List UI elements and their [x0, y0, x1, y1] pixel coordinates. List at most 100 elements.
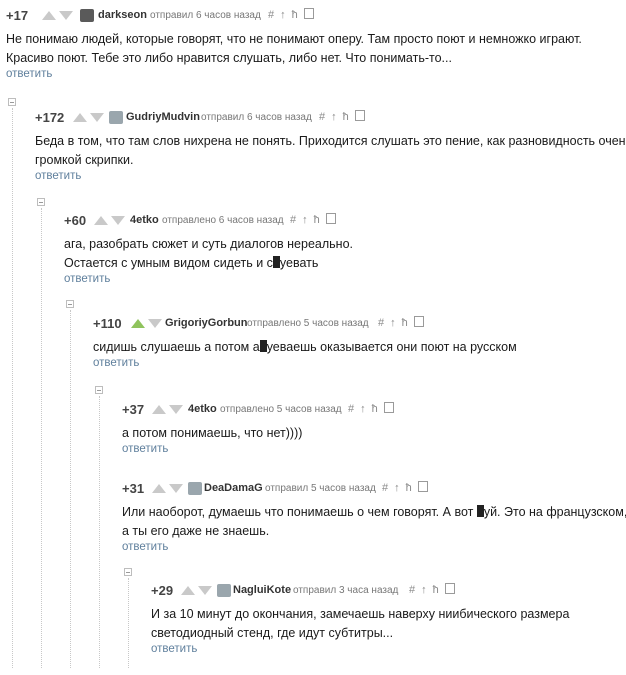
parent-arrow-icon[interactable]: ↑	[280, 9, 292, 21]
reply-link[interactable]: ответить	[64, 273, 353, 285]
comment-header: +31 DeaDamaG отправил 5 часов назад #↑ħ	[122, 481, 626, 499]
collapse-thread-icon[interactable]	[95, 386, 103, 394]
vote-up-icon[interactable]	[152, 484, 166, 493]
reply-link[interactable]: ответить	[151, 643, 569, 655]
censor-block	[272, 256, 280, 268]
parent-arrow-icon[interactable]: ↑	[331, 111, 343, 123]
share-icon[interactable]: #	[382, 482, 394, 494]
comment-author[interactable]: GrigoriyGorbun	[165, 317, 248, 329]
branch-icon[interactable]: ħ	[406, 482, 418, 494]
parent-arrow-icon[interactable]: ↑	[421, 584, 433, 596]
share-icon[interactable]: #	[319, 111, 331, 123]
vote-down-icon[interactable]	[90, 113, 104, 122]
branch-icon[interactable]: ħ	[292, 9, 304, 21]
comment-author[interactable]: 4etko	[130, 214, 159, 226]
comment-timestamp: отправлено 5 часов назад	[220, 404, 342, 415]
comment-line: громкой скрипки.	[35, 153, 134, 167]
text-fragment: Или наоборот, думаешь что понимаешь о че…	[122, 505, 477, 519]
vote-down-icon[interactable]	[111, 216, 125, 225]
vote-up-icon[interactable]	[131, 319, 145, 328]
save-icon[interactable]	[354, 110, 365, 121]
parent-arrow-icon[interactable]: ↑	[302, 214, 314, 226]
comment-actions: #↑ħ	[268, 8, 314, 21]
vote-arrows	[42, 11, 76, 21]
vote-up-icon[interactable]	[94, 216, 108, 225]
comment-rating: +29	[151, 583, 174, 598]
comment-timestamp: отправил 6 часов назад	[201, 112, 312, 123]
avatar[interactable]	[188, 482, 202, 495]
comment-rating: +60	[64, 213, 87, 228]
share-icon[interactable]: #	[378, 317, 390, 329]
comment-actions: #↑ħ	[319, 110, 365, 123]
branch-icon[interactable]: ħ	[314, 214, 326, 226]
save-icon[interactable]	[413, 316, 424, 327]
thread-line	[70, 310, 71, 668]
comment-line: Красиво поют. Тебе это либо нравится слу…	[6, 51, 452, 65]
parent-arrow-icon[interactable]: ↑	[390, 317, 402, 329]
comment-timestamp: отправил 6 часов назад	[150, 10, 261, 21]
reply-link[interactable]: ответить	[6, 68, 582, 80]
branch-icon[interactable]: ħ	[372, 403, 384, 415]
comment-timestamp: отправлено 6 часов назад	[162, 215, 284, 226]
branch-icon[interactable]: ħ	[402, 317, 414, 329]
comment-rating: +172	[35, 110, 65, 125]
vote-up-icon[interactable]	[181, 586, 195, 595]
reply-link[interactable]: ответить	[35, 170, 626, 182]
comment-author[interactable]: DeaDamaG	[204, 482, 263, 494]
share-icon[interactable]: #	[409, 584, 421, 596]
reply-link[interactable]: ответить	[122, 541, 626, 553]
vote-up-icon[interactable]	[42, 11, 56, 20]
save-icon[interactable]	[417, 481, 428, 492]
save-icon[interactable]	[444, 583, 455, 594]
collapse-thread-icon[interactable]	[124, 568, 132, 576]
comment-header: +172 GudriyMudvin отправил 6 часов назад…	[35, 110, 626, 128]
comment: +60 4etko отправлено 6 часов назад #↑ħ а…	[64, 213, 353, 285]
collapse-thread-icon[interactable]	[8, 98, 16, 106]
comment-actions: #↑ħ	[409, 583, 455, 596]
share-icon[interactable]: #	[348, 403, 360, 415]
text-fragment: уй. Это на французском,	[483, 505, 626, 519]
vote-arrows	[181, 586, 215, 596]
vote-down-icon[interactable]	[59, 11, 73, 20]
parent-arrow-icon[interactable]: ↑	[360, 403, 372, 415]
collapse-thread-icon[interactable]	[66, 300, 74, 308]
comment-actions: #↑ħ	[290, 213, 336, 226]
comment-header: +17 darkseon отправил 6 часов назад #↑ħ	[6, 8, 582, 26]
vote-arrows	[131, 319, 165, 329]
comment-text: Не понимаю людей, которые говорят, что н…	[6, 30, 582, 68]
save-icon[interactable]	[383, 402, 394, 413]
avatar[interactable]	[80, 9, 94, 22]
avatar[interactable]	[109, 111, 123, 124]
comment-author[interactable]: NagluiKote	[233, 584, 291, 596]
vote-up-icon[interactable]	[73, 113, 87, 122]
branch-icon[interactable]: ħ	[343, 111, 355, 123]
reply-link[interactable]: ответить	[122, 443, 302, 455]
thread-line	[128, 578, 129, 668]
vote-arrows	[73, 113, 107, 123]
comment: +37 4etko отправлено 5 часов назад #↑ħ а…	[122, 402, 394, 455]
vote-down-icon[interactable]	[148, 319, 162, 328]
avatar[interactable]	[217, 584, 231, 597]
vote-up-icon[interactable]	[152, 405, 166, 414]
share-icon[interactable]: #	[290, 214, 302, 226]
save-icon[interactable]	[325, 213, 336, 224]
vote-down-icon[interactable]	[198, 586, 212, 595]
comment-author[interactable]: darkseon	[98, 9, 147, 21]
parent-arrow-icon[interactable]: ↑	[394, 482, 406, 494]
save-icon[interactable]	[303, 8, 314, 19]
comment-text: а потом понимаешь, что нет))))	[122, 424, 302, 443]
comment-rating: +110	[93, 316, 122, 331]
comment-line: И за 10 минут до окончания, замечаешь на…	[151, 607, 570, 621]
comment-author[interactable]: 4etko	[188, 403, 217, 415]
vote-down-icon[interactable]	[169, 405, 183, 414]
comment-author[interactable]: GudriyMudvin	[126, 111, 200, 123]
comment-line: сидишь слушаешь а потом а уеваешь оказыва…	[93, 338, 517, 357]
vote-down-icon[interactable]	[169, 484, 183, 493]
share-icon[interactable]: #	[268, 9, 280, 21]
comment-rating: +37	[122, 402, 145, 417]
branch-icon[interactable]: ħ	[433, 584, 445, 596]
comment-rating: +17	[6, 8, 29, 23]
collapse-thread-icon[interactable]	[37, 198, 45, 206]
reply-link[interactable]: ответить	[93, 357, 517, 369]
text-fragment: Остается с умным видом сидеть и с	[64, 256, 273, 270]
